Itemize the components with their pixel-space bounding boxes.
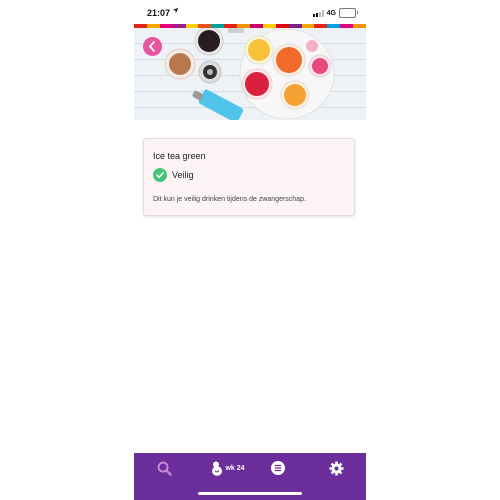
back-button[interactable] [143,37,162,56]
baby-icon [212,461,223,476]
hero-image [134,28,366,120]
nav-list[interactable] [270,459,286,477]
network-type: 4G [326,9,336,17]
item-card: Ice tea green Veilig Dit kun je veilig d… [143,138,355,216]
status-label: Veilig [172,170,194,180]
status-badge: Veilig [153,168,194,182]
item-title: Ice tea green [153,151,206,161]
status-right: 4G [312,8,358,18]
item-description: Dit kun je veilig drinken tijdens de zwa… [153,196,306,203]
gear-icon [328,460,344,476]
phone-screen: 21:07 4G Ice tea green Veilig Dit kun je… [134,0,366,500]
nav-search[interactable] [154,459,174,477]
nav-settings[interactable] [328,459,344,477]
search-icon [157,461,172,476]
drinks-photo [164,28,335,120]
nav-week[interactable]: wk 24 [208,459,248,477]
week-label: wk 24 [225,464,245,472]
chevron-left-icon [149,41,155,52]
status-time: 21:07 [147,8,171,18]
battery-icon [339,8,358,18]
status-bar: 21:07 4G [134,0,366,24]
list-icon [271,461,285,475]
home-indicator[interactable] [198,492,302,495]
location-arrow-icon [172,7,179,16]
check-circle-icon [153,168,167,182]
signal-icon [312,9,324,17]
